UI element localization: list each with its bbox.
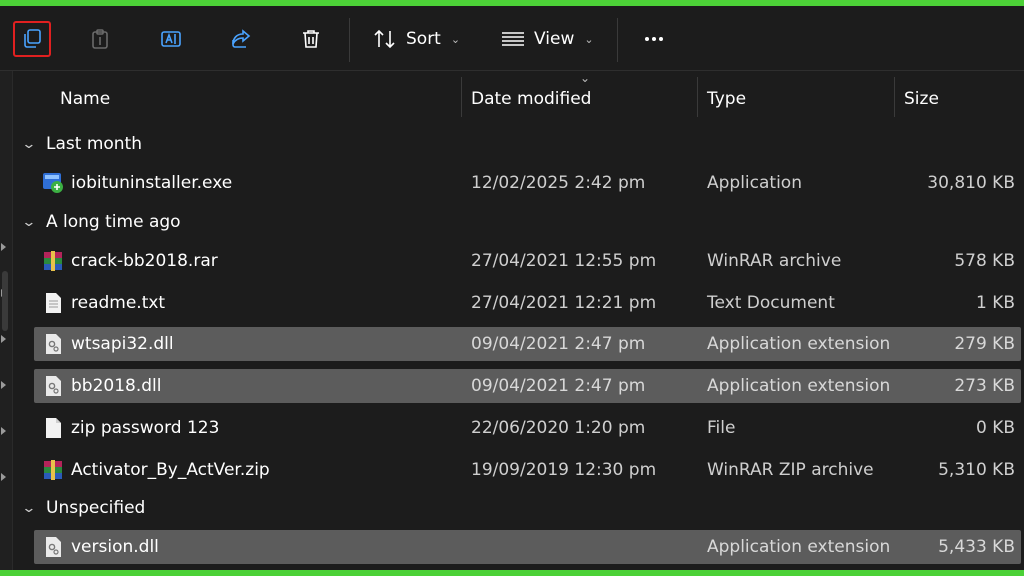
file-type: Application — [707, 173, 802, 193]
sort-label: Sort — [406, 29, 441, 49]
file-size: 0 KB — [975, 418, 1015, 438]
group-header-long-time-ago[interactable]: ⌄ A long time ago — [21, 205, 181, 239]
file-name: zip password 123 — [71, 418, 220, 438]
column-header-name[interactable]: Name — [60, 71, 110, 127]
file-name: Activator_By_ActVer.zip — [71, 460, 270, 480]
chevron-down-icon: ⌄ — [584, 32, 594, 46]
exe-installer-icon — [43, 173, 63, 193]
file-type: WinRAR archive — [707, 251, 842, 271]
file-explorer-window: Sort ⌄ View ⌄ Name ⌄ Date modified Type — [0, 6, 1024, 570]
share-icon — [232, 29, 251, 48]
chevron-down-icon: ⌄ — [450, 32, 461, 46]
delete-button[interactable] — [293, 22, 329, 56]
blank-file-icon — [46, 418, 61, 438]
file-type: WinRAR ZIP archive — [707, 460, 874, 480]
file-row[interactable]: crack-bb2018.rar 27/04/2021 12:55 pm Win… — [34, 244, 1021, 278]
expand-arrow-icon[interactable] — [1, 381, 6, 389]
group-label: Last month — [46, 134, 142, 154]
view-label: View — [534, 29, 575, 49]
group-label: Unspecified — [46, 498, 146, 518]
file-row[interactable]: version.dll Application extension 5,433 … — [34, 530, 1021, 564]
sort-button[interactable]: Sort ⌄ — [372, 22, 460, 56]
file-name: crack-bb2018.rar — [71, 251, 218, 271]
file-row[interactable]: Activator_By_ActVer.zip 19/09/2019 12:30… — [34, 453, 1021, 487]
file-date: 09/04/2021 2:47 pm — [471, 334, 646, 354]
dll-file-icon — [46, 537, 61, 557]
file-type: Application extension — [707, 334, 891, 354]
column-header-type[interactable]: Type — [707, 71, 746, 127]
view-button[interactable]: View ⌄ — [500, 22, 594, 56]
view-icon — [502, 32, 524, 46]
chevron-down-icon: ⌄ — [21, 214, 37, 230]
copy-button[interactable] — [13, 21, 51, 57]
toolbar-separator — [617, 18, 618, 62]
file-type: Application extension — [707, 376, 891, 396]
file-date: 22/06/2020 1:20 pm — [471, 418, 646, 438]
group-header-last-month[interactable]: ⌄ Last month — [21, 127, 142, 161]
file-row[interactable]: readme.txt 27/04/2021 12:21 pm Text Docu… — [34, 286, 1021, 320]
column-resize-handle[interactable] — [461, 77, 462, 117]
file-size: 1 KB — [975, 293, 1015, 313]
copy-icon — [24, 29, 41, 48]
expand-arrow-icon[interactable] — [1, 473, 6, 481]
file-row[interactable]: iobituninstaller.exe 12/02/2025 2:42 pm … — [34, 166, 1021, 200]
winrar-icon — [44, 460, 62, 480]
file-row[interactable]: zip password 123 22/06/2020 1:20 pm File… — [34, 411, 1021, 445]
file-name: bb2018.dll — [71, 376, 162, 396]
file-type: File — [707, 418, 736, 438]
sort-icon — [374, 29, 395, 49]
share-button[interactable] — [223, 22, 259, 56]
file-date: 27/04/2021 12:21 pm — [471, 293, 657, 313]
command-bar: Sort ⌄ View ⌄ — [0, 6, 1024, 71]
file-row[interactable]: bb2018.dll 09/04/2021 2:47 pm Applicatio… — [34, 369, 1021, 403]
toolbar-separator — [349, 18, 350, 62]
column-resize-handle[interactable] — [894, 77, 895, 117]
file-name: version.dll — [71, 537, 159, 557]
file-date: 27/04/2021 12:55 pm — [471, 251, 657, 271]
text-file-icon — [46, 293, 61, 313]
expand-arrow-icon[interactable] — [1, 243, 6, 251]
file-size: 5,310 KB — [938, 460, 1015, 480]
file-row[interactable]: wtsapi32.dll 09/04/2021 2:47 pm Applicat… — [34, 327, 1021, 361]
group-label: A long time ago — [46, 212, 181, 232]
file-date: 19/09/2019 12:30 pm — [471, 460, 657, 480]
file-name: wtsapi32.dll — [71, 334, 174, 354]
file-date: 12/02/2025 2:42 pm — [471, 173, 646, 193]
column-header: Name ⌄ Date modified Type Size — [14, 71, 1024, 127]
winrar-icon — [44, 251, 62, 271]
chevron-down-icon: ⌄ — [21, 136, 37, 152]
more-options-button[interactable] — [640, 22, 668, 56]
column-resize-handle[interactable] — [697, 77, 698, 117]
navigation-pane-edge[interactable] — [0, 71, 13, 570]
file-type: Text Document — [707, 293, 835, 313]
paste-icon — [92, 29, 108, 49]
file-size: 273 KB — [954, 376, 1015, 396]
more-icon — [645, 37, 649, 41]
paste-button[interactable] — [82, 22, 118, 56]
group-header-unspecified[interactable]: ⌄ Unspecified — [21, 491, 146, 525]
dll-file-icon — [46, 376, 61, 396]
rename-button[interactable] — [153, 22, 189, 56]
file-size: 279 KB — [954, 334, 1015, 354]
file-name: iobituninstaller.exe — [71, 173, 233, 193]
file-size: 578 KB — [954, 251, 1015, 271]
file-size: 30,810 KB — [927, 173, 1015, 193]
scrollbar-thumb[interactable] — [2, 271, 8, 331]
file-name: readme.txt — [71, 293, 166, 313]
chevron-down-icon: ⌄ — [21, 500, 37, 516]
file-size: 5,433 KB — [938, 537, 1015, 557]
column-header-date-modified[interactable]: Date modified — [471, 71, 591, 127]
delete-icon — [303, 30, 319, 48]
dll-file-icon — [46, 334, 61, 354]
file-date: 09/04/2021 2:47 pm — [471, 376, 646, 396]
file-type: Application extension — [707, 537, 891, 557]
rename-icon — [161, 31, 181, 47]
column-header-size[interactable]: Size — [904, 71, 939, 127]
expand-arrow-icon[interactable] — [1, 427, 6, 435]
expand-arrow-icon[interactable] — [1, 335, 6, 343]
